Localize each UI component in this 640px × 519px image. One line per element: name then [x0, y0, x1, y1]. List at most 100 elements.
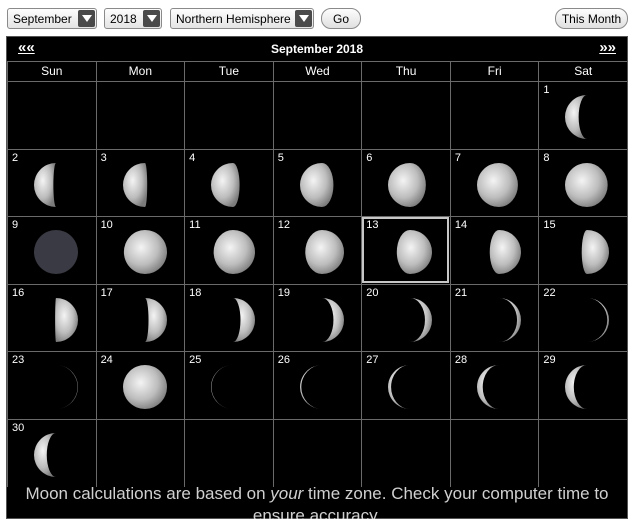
day-cell: 28	[449, 351, 539, 419]
new-moon-disc	[34, 230, 78, 275]
year-select-value: 2018	[110, 11, 137, 26]
day-cell: 17	[95, 283, 185, 352]
empty-cell	[7, 81, 96, 149]
lit-portion	[211, 365, 234, 410]
empty-cell	[272, 81, 362, 149]
lit-portion	[55, 297, 78, 342]
day-number: 18	[189, 286, 202, 299]
day-number: 20	[366, 286, 379, 299]
moon-phase-icon	[34, 230, 78, 275]
lit-portion	[233, 297, 256, 342]
go-button[interactable]: Go	[321, 8, 361, 29]
lit-portion	[34, 162, 56, 207]
lit-portion	[587, 297, 610, 342]
weekday-fri: Fri	[449, 61, 539, 81]
day-cell: 1	[538, 81, 627, 149]
chevron-down-icon	[78, 10, 95, 27]
moon-phase-icon	[34, 162, 56, 207]
day-number: 10	[100, 219, 113, 232]
weekday-thu: Thu	[361, 61, 450, 81]
day-cell: 6	[361, 148, 450, 217]
day-number: 12	[277, 219, 290, 232]
day-number: 14	[454, 219, 468, 232]
month-select[interactable]: September	[7, 8, 97, 29]
moon-phase-icon	[211, 365, 234, 410]
calendar-grid: Sun Mon Tue Wed Thu Fri Sat 1 2 3 4 5 6 7 8 9 10 11 12 13 1…	[7, 61, 627, 487]
day-cell: 19	[272, 283, 362, 352]
day-cell: 12	[272, 216, 362, 284]
lit-portion	[498, 297, 521, 342]
moon-calendar: «« September 2018 »» Sun Mon Tue Wed Thu Fri S…	[6, 36, 628, 519]
day-number: 1	[543, 84, 550, 96]
moon-phase-icon	[213, 230, 256, 275]
day-cell: 2	[7, 148, 96, 217]
weekday-wed: Wed	[272, 61, 362, 81]
day-cell: 8	[538, 148, 627, 217]
toolbar: September 2018 Northern Hemisphere Go Th…	[0, 0, 640, 36]
timezone-note-emphasis: your	[270, 484, 304, 503]
day-cell: 14	[449, 216, 539, 284]
lit-portion	[123, 230, 167, 275]
moon-phase-icon	[565, 365, 588, 410]
day-cell: 18	[184, 283, 273, 352]
empty-cell	[361, 81, 450, 149]
calendar-weeks: 1 2 3 4 5 6 7 8 9 10 11 12 13 14 15 16 17 18 19 20 21 22 23 24 2…	[7, 81, 627, 487]
moon-phase-icon	[388, 162, 427, 207]
moon-phase-icon	[56, 365, 78, 410]
moon-phase-icon	[397, 230, 433, 275]
moon-phase-icon	[388, 365, 411, 410]
day-number: 26	[277, 354, 290, 367]
lit-portion	[213, 230, 256, 275]
weekday-header: Sun Mon Tue Wed Thu Fri Sat	[7, 61, 627, 81]
full-moon-disc	[122, 365, 167, 410]
timezone-note-end: time zone. Check your computer time to e…	[252, 484, 609, 519]
day-cell: 9	[7, 216, 96, 284]
hemisphere-select[interactable]: Northern Hemisphere	[170, 8, 314, 29]
day-number: 15	[543, 219, 556, 232]
day-number: 17	[100, 286, 113, 299]
empty-cell	[538, 418, 627, 487]
day-number: 4	[189, 151, 196, 164]
timezone-note: Moon calculations are based on your time…	[7, 483, 627, 519]
day-number: 11	[189, 219, 201, 232]
moon-phase-icon	[476, 365, 499, 410]
hemisphere-select-value: Northern Hemisphere	[176, 11, 291, 26]
day-cell: 15	[538, 216, 627, 284]
moon-phase-icon	[489, 230, 521, 275]
day-cell: 27	[361, 351, 450, 419]
chevron-down-icon	[295, 10, 312, 27]
moon-phase-icon	[122, 365, 167, 410]
day-number: 8	[543, 151, 550, 164]
lit-portion	[299, 162, 334, 207]
year-select[interactable]: 2018	[104, 8, 162, 29]
day-number: 22	[543, 286, 556, 299]
empty-cell	[361, 418, 450, 487]
day-cell: 16	[7, 283, 96, 352]
day-number: 28	[454, 354, 468, 367]
day-number: 21	[454, 286, 468, 299]
day-cell: 3	[95, 148, 185, 217]
day-number: 5	[277, 151, 284, 164]
day-cell: 22	[538, 283, 627, 352]
lit-portion	[388, 365, 411, 410]
moon-phase-icon	[565, 95, 588, 139]
day-number: 9	[12, 219, 19, 232]
moon-phase-icon	[211, 162, 240, 207]
day-number: 2	[12, 151, 19, 164]
moon-phase-icon	[233, 297, 256, 342]
empty-cell	[449, 81, 539, 149]
day-number: 6	[366, 151, 373, 164]
empty-cell	[184, 418, 273, 487]
day-number: 16	[12, 286, 25, 299]
calendar-header: «« September 2018 »»	[7, 37, 627, 61]
next-month-link[interactable]: »»	[599, 39, 616, 56]
day-number: 3	[100, 151, 107, 164]
day-cell: 4	[184, 148, 273, 217]
moon-phase-icon	[123, 230, 167, 275]
lit-portion	[321, 297, 344, 342]
this-month-button[interactable]: This Month	[555, 8, 628, 29]
moon-phase-icon	[144, 297, 167, 342]
day-number: 24	[100, 354, 113, 367]
moon-phase-icon	[476, 162, 518, 207]
timezone-note-start: Moon calculations are based on	[25, 484, 271, 503]
